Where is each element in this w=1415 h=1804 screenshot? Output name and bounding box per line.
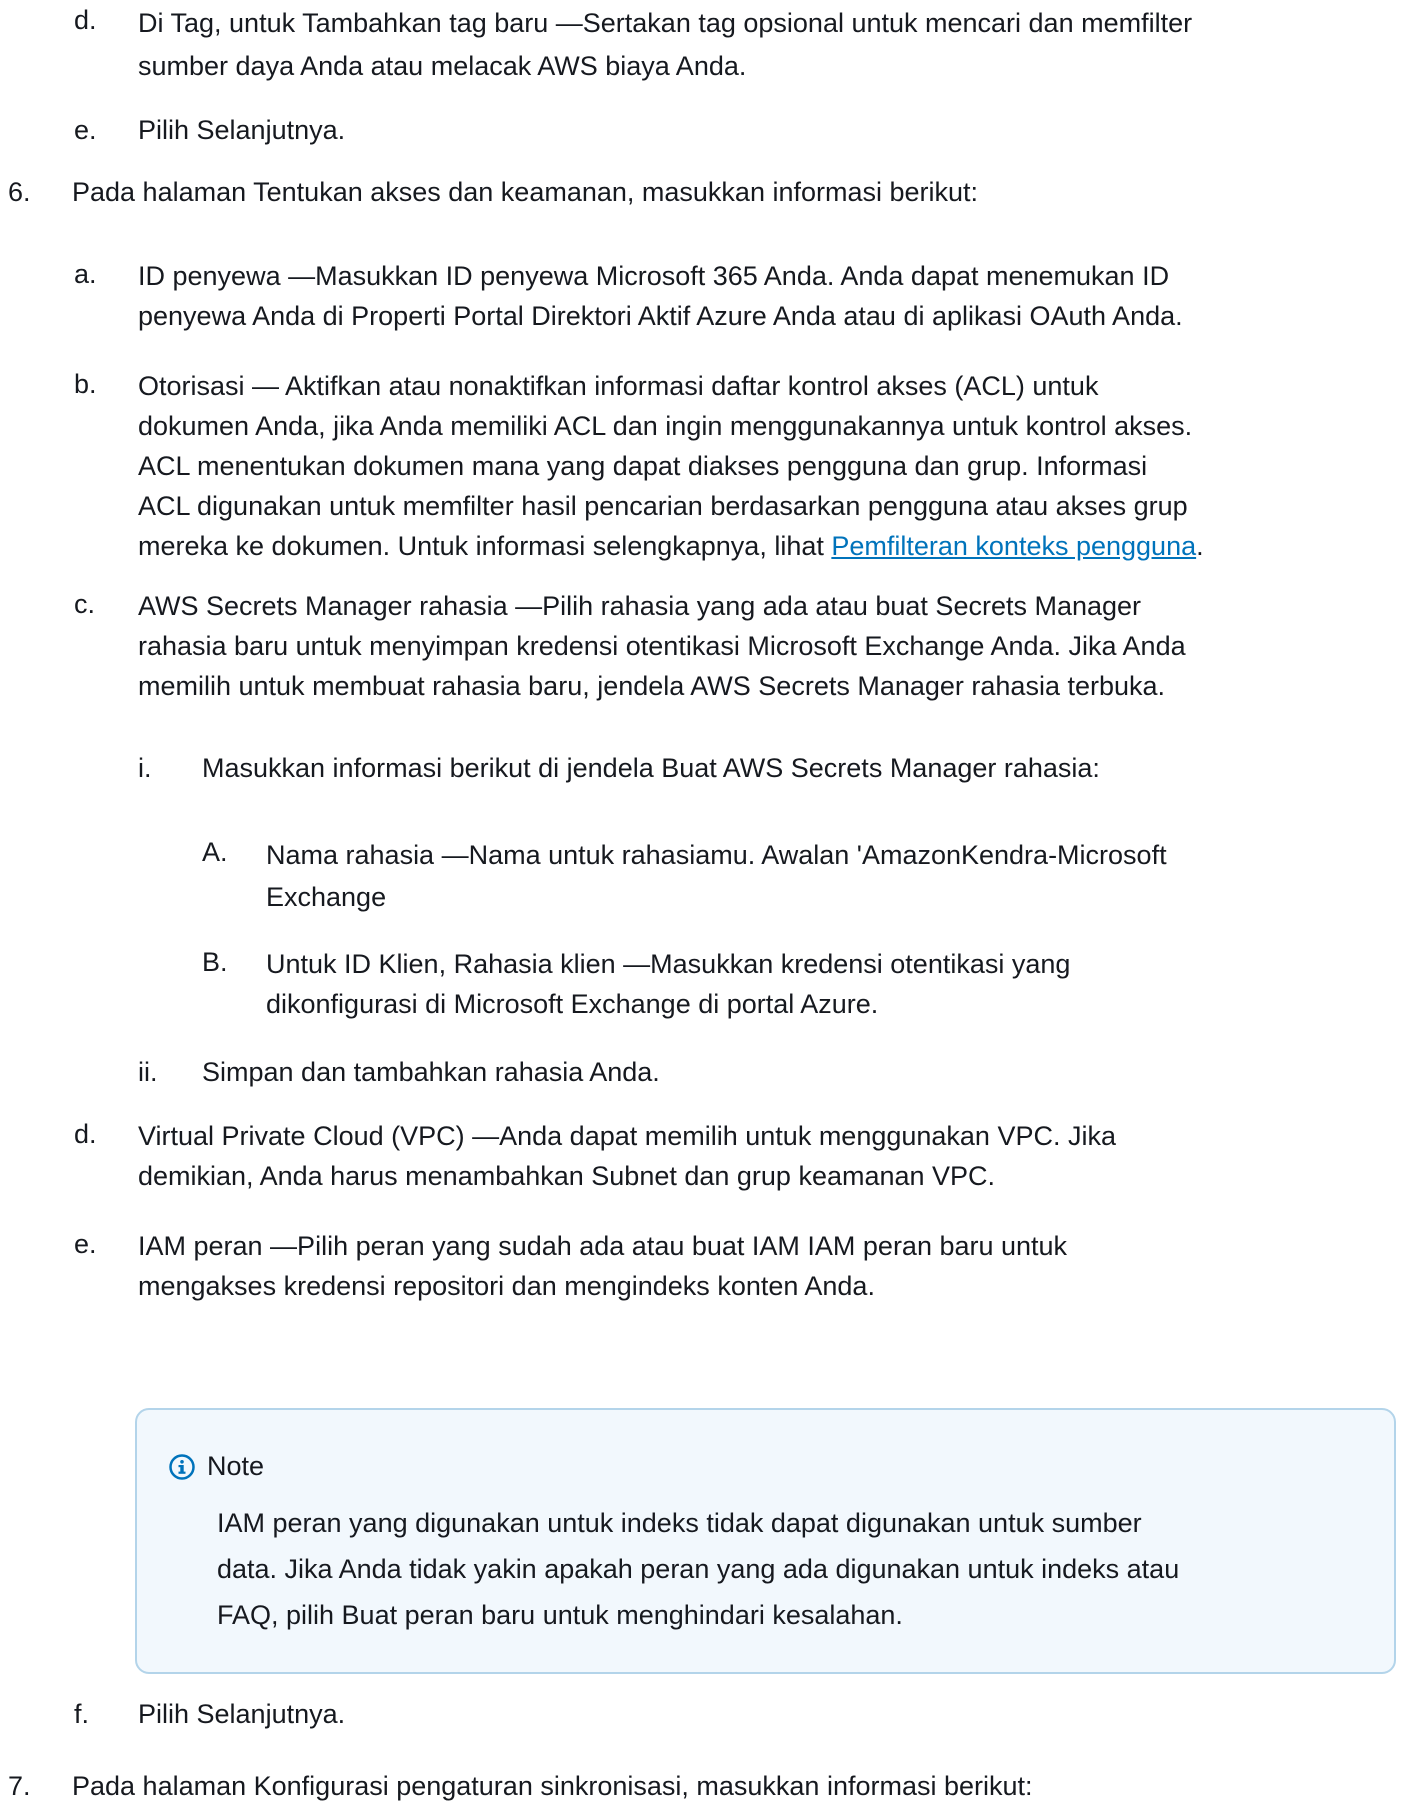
note-callout: Note IAM peran yang digunakan untuk inde… xyxy=(135,1408,1396,1674)
list-item-text: Pada halaman Tentukan akses dan keamanan… xyxy=(72,177,979,207)
list-item-text: AWS Secrets Manager rahasia —Pilih rahas… xyxy=(138,591,1142,621)
list-item-text: Simpan dan tambahkan rahasia Anda. xyxy=(202,1057,660,1087)
note-text: IAM peran yang digunakan untuk indeks ti… xyxy=(217,1508,1142,1538)
list-item-text: Otorisasi — Aktifkan atau nonaktifkan in… xyxy=(138,371,1099,401)
list-item-f-next: f. Pilih Selanjutnya. xyxy=(74,1696,345,1732)
list-marker: 7. xyxy=(8,1771,31,1801)
list-item-text: Nama rahasia —Nama untuk rahasiamu. Awal… xyxy=(266,840,1167,870)
list-item-text: ACL menentukan dokumen mana yang dapat d… xyxy=(138,451,1148,481)
list-marker: c. xyxy=(74,589,96,619)
list-marker: b. xyxy=(74,369,97,399)
list-marker: e. xyxy=(74,1229,97,1259)
list-item-text: Exchange xyxy=(266,882,387,912)
list-item-e-next: e. Pilih Selanjutnya. xyxy=(74,112,345,148)
note-text: FAQ, pilih Buat peran baru untuk menghin… xyxy=(217,1600,903,1630)
list-item-B-client-credentials: B. Untuk ID Klien, Rahasia klien —Masukk… xyxy=(202,944,1070,1024)
list-item-text: ACL digunakan untuk memfilter hasil penc… xyxy=(138,491,1188,521)
list-item-text: dikonfigurasi di Microsoft Exchange di p… xyxy=(266,989,879,1019)
list-marker: B. xyxy=(202,947,228,977)
list-item-e-iam-role: e. IAM peran —Pilih peran yang sudah ada… xyxy=(74,1226,1067,1306)
list-marker: d. xyxy=(74,1119,97,1149)
note-text: data. Jika Anda tidak yakin apakah peran… xyxy=(217,1554,1180,1584)
list-item-text: rahasia baru untuk menyimpan kredensi ot… xyxy=(138,631,1186,661)
list-item-text: Untuk ID Klien, Rahasia klien —Masukkan … xyxy=(266,949,1071,979)
list-item-text: sumber daya Anda atau melacak AWS biaya … xyxy=(138,51,747,81)
note-title: Note xyxy=(207,1451,265,1481)
list-item-text: Pada halaman Konfigurasi pengaturan sink… xyxy=(72,1771,1033,1801)
list-item-d-tags: d. Di Tag, untuk Tambahkan tag baru —Ser… xyxy=(74,2,1192,88)
list-item-text: ID penyewa —Masukkan ID penyewa Microsof… xyxy=(138,261,1170,291)
list-item-step-7: 7. Pada halaman Konfigurasi pengaturan s… xyxy=(8,1768,1033,1804)
list-item-b-authorization: b. Otorisasi — Aktifkan atau nonaktifkan… xyxy=(74,366,1204,566)
list-item-text: dokumen Anda, jika Anda memiliki ACL dan… xyxy=(138,411,1193,441)
list-item-text-last: mereka ke dokumen. Untuk informasi selen… xyxy=(138,526,1204,566)
document-content: d. Di Tag, untuk Tambahkan tag baru —Ser… xyxy=(0,0,1415,1801)
list-marker: e. xyxy=(74,115,97,145)
list-item-text: Di Tag, untuk Tambahkan tag baru —Sertak… xyxy=(138,8,1193,38)
list-marker: a. xyxy=(74,259,97,289)
list-item-a-tenant-id: a. ID penyewa —Masukkan ID penyewa Micro… xyxy=(74,256,1183,336)
list-item-text: mereka ke dokumen. Untuk informasi selen… xyxy=(138,531,832,561)
list-marker: ii. xyxy=(138,1057,158,1087)
list-item-A-secret-name: A. Nama rahasia —Nama untuk rahasiamu. A… xyxy=(202,834,1167,918)
list-marker: i. xyxy=(138,753,152,783)
list-marker: A. xyxy=(202,837,228,867)
list-marker: f. xyxy=(74,1699,90,1729)
list-item-text: Virtual Private Cloud (VPC) —Anda dapat … xyxy=(138,1121,1116,1151)
note-body: IAM peran yang digunakan untuk indeks ti… xyxy=(217,1500,1179,1638)
list-marker: 6. xyxy=(8,177,31,207)
list-item-text: Pilih Selanjutnya. xyxy=(138,1699,346,1729)
list-item-text: . xyxy=(1196,531,1204,561)
list-item-text: memilih untuk membuat rahasia baru, jend… xyxy=(138,671,1166,701)
info-icon xyxy=(169,1454,195,1480)
list-item-text: mengakses kredensi repositori dan mengin… xyxy=(138,1271,875,1301)
list-item-c-secrets-manager: c. AWS Secrets Manager rahasia —Pilih ra… xyxy=(74,586,1186,706)
list-item-d-vpc: d. Virtual Private Cloud (VPC) —Anda dap… xyxy=(74,1116,1116,1196)
list-item-text: Masukkan informasi berikut di jendela Bu… xyxy=(202,753,1100,783)
list-item-i-secrets-window: i. Masukkan informasi berikut di jendela… xyxy=(138,750,1100,786)
list-item-step-6: 6. Pada halaman Tentukan akses dan keama… xyxy=(8,174,978,210)
list-item-text: demikian, Anda harus menambahkan Subnet … xyxy=(138,1161,996,1191)
user-context-filtering-link[interactable]: Pemfilteran konteks pengguna xyxy=(831,531,1196,561)
list-item-ii-save-secret: ii. Simpan dan tambahkan rahasia Anda. xyxy=(138,1054,660,1090)
list-marker: d. xyxy=(74,5,97,35)
list-item-text: IAM peran —Pilih peran yang sudah ada at… xyxy=(138,1231,1068,1261)
list-item-text: penyewa Anda di Properti Portal Direktor… xyxy=(138,301,1183,331)
list-item-text: Pilih Selanjutnya. xyxy=(138,115,346,145)
